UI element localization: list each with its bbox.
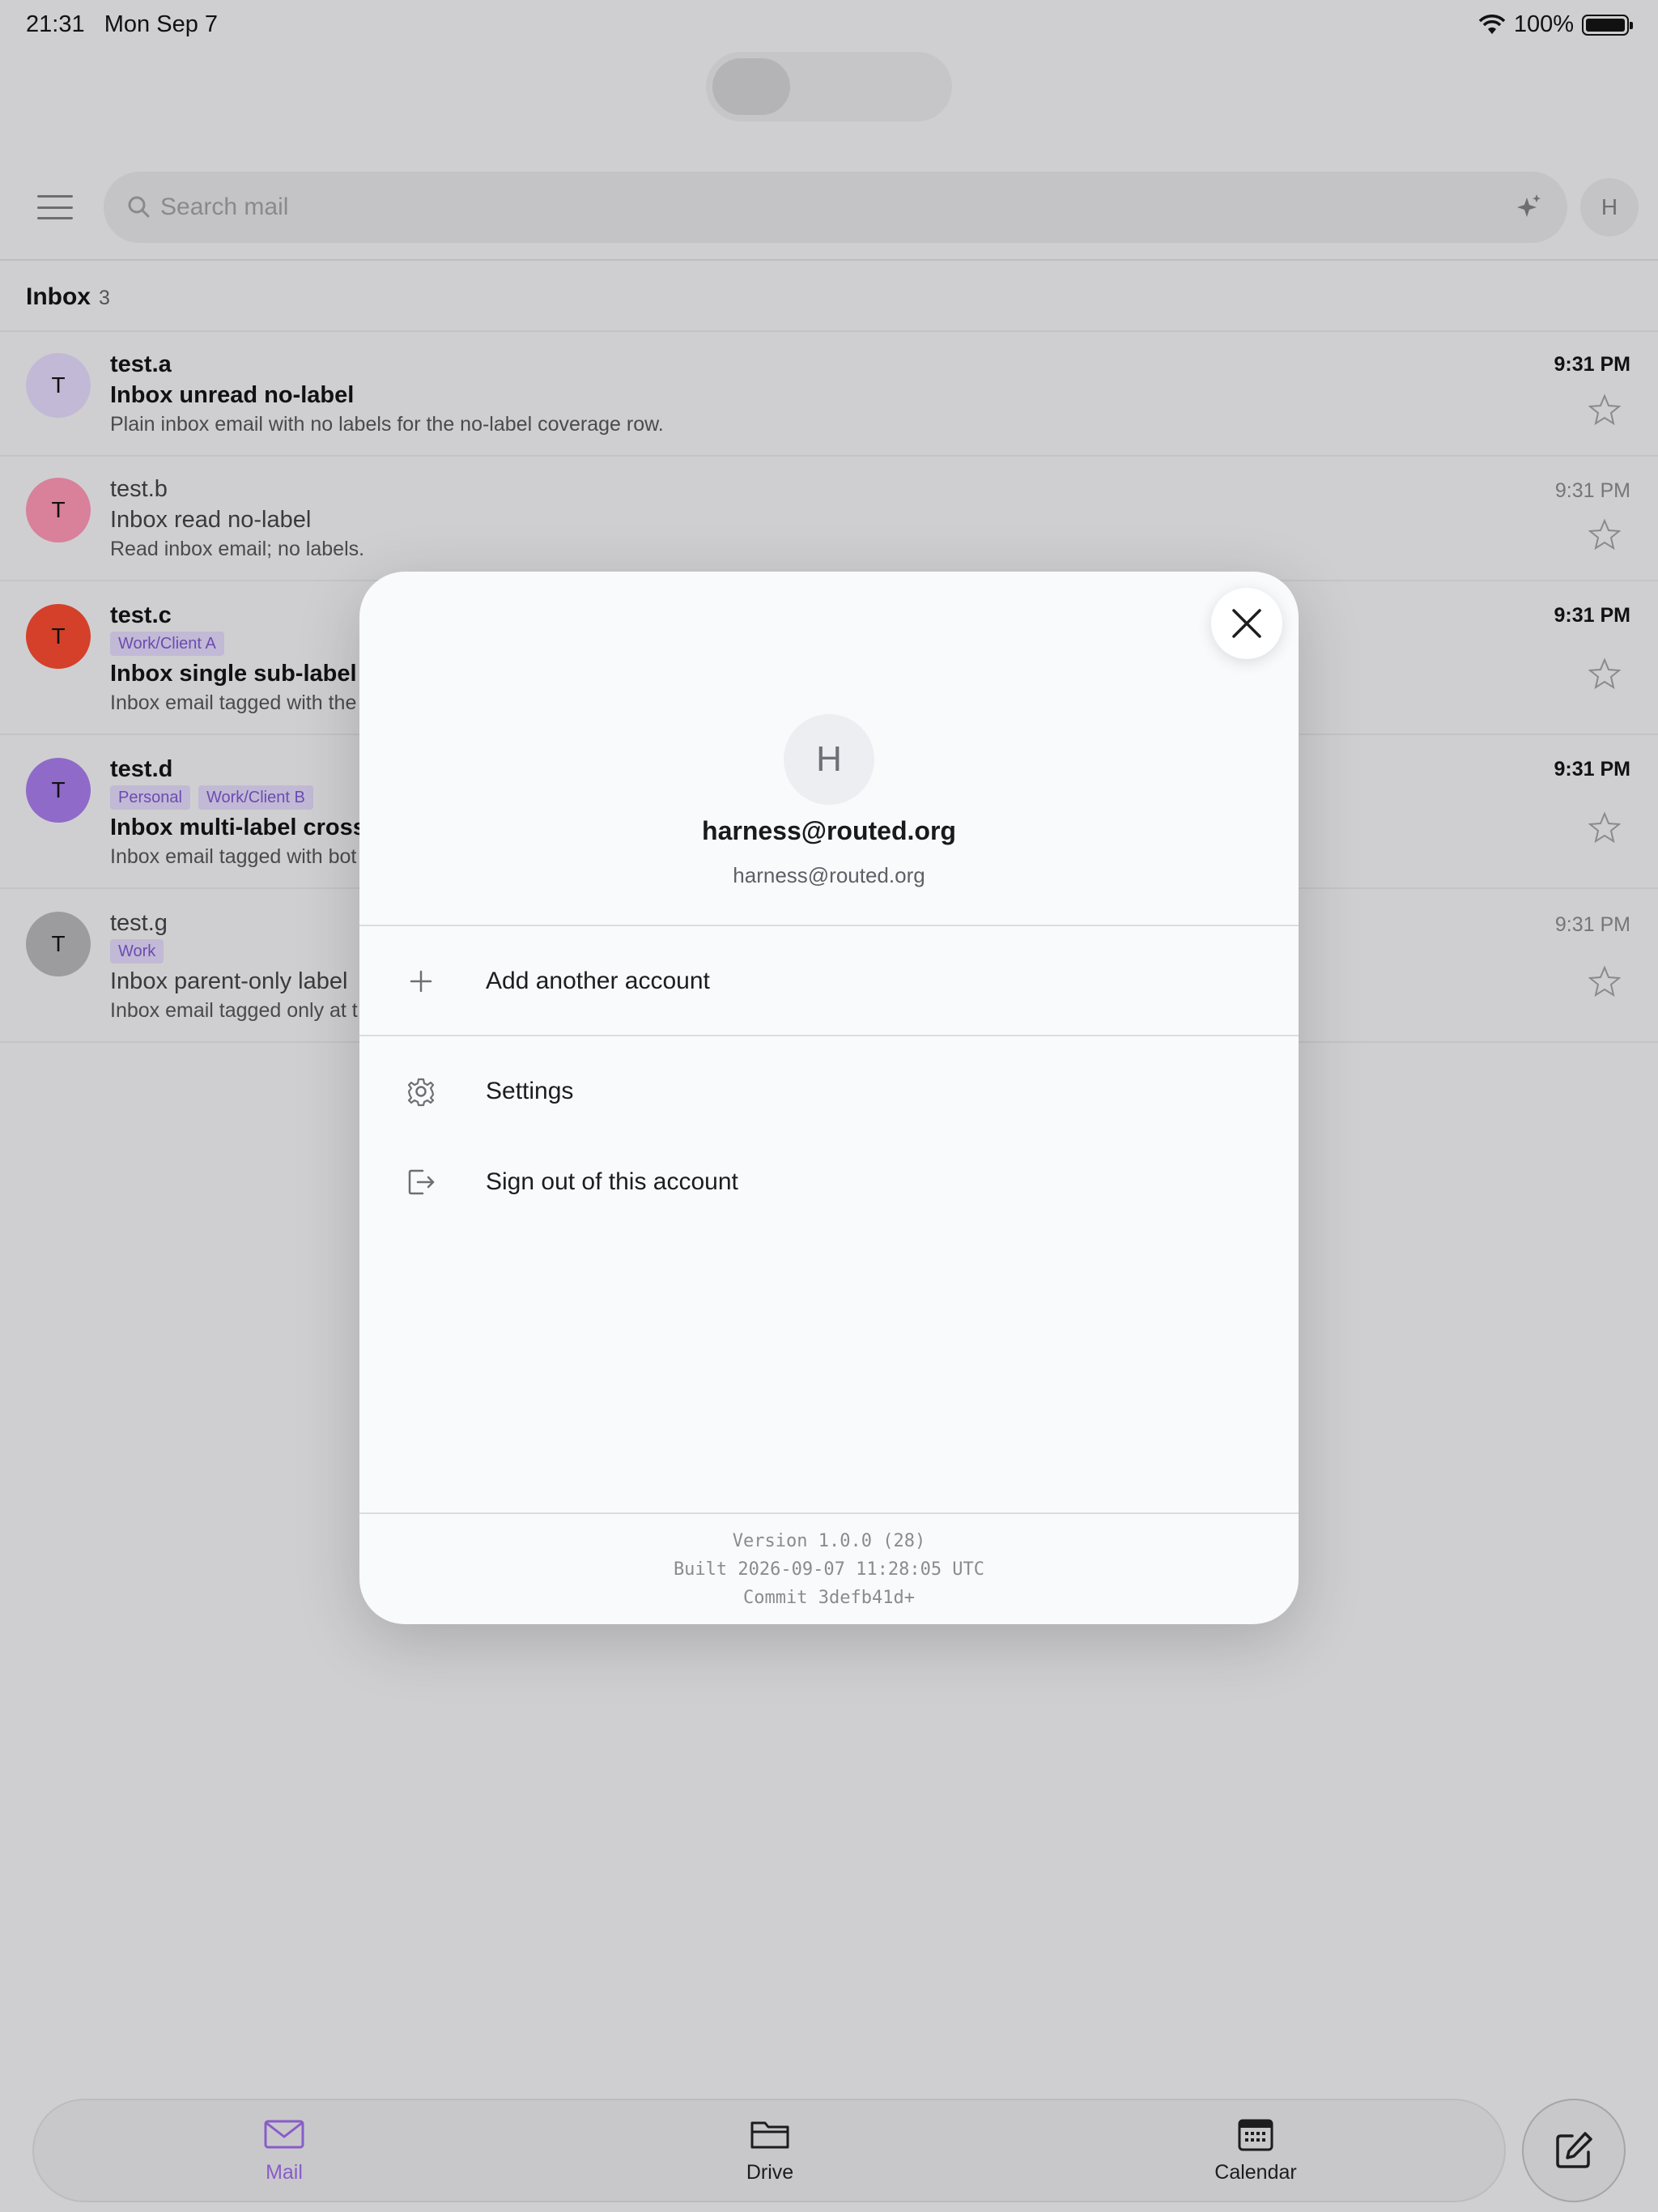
email-subject: Inbox multi-label cross [110, 815, 366, 840]
email-time: 9:31 PM [1554, 353, 1630, 376]
search-input[interactable] [160, 172, 1375, 243]
label-chips: Work [110, 939, 164, 963]
email-preview: Inbox email tagged with bot [110, 845, 357, 868]
version-text: Version 1.0.0 (28) [732, 1531, 926, 1551]
sender-avatar: T [26, 912, 91, 976]
sender-name: test.d [110, 756, 173, 782]
sender-name: test.a [110, 351, 172, 377]
label-chip: Work [110, 939, 164, 963]
email-time: 9:31 PM [1554, 479, 1630, 502]
add-account-button[interactable]: Add another account [359, 942, 1299, 1020]
sender-avatar: T [26, 604, 91, 669]
tab-label: Mail [266, 2161, 303, 2184]
bottom-tab-bar: Mail Drive Calendar [32, 2099, 1506, 2202]
account-email: harness@routed.org [733, 863, 925, 887]
email-preview: Inbox email tagged only at t [110, 999, 358, 1022]
multitasking-pill[interactable] [706, 52, 952, 121]
wifi-icon [1478, 14, 1506, 34]
account-avatar: H [784, 714, 874, 805]
sender-avatar: T [26, 478, 91, 542]
status-time: 21:31 Mon Sep 7 [26, 11, 219, 37]
status-right: 100% [1478, 11, 1633, 38]
battery-percent: 100% [1513, 11, 1574, 37]
sender-avatar: T [26, 353, 91, 418]
account-display-name: harness@routed.org [702, 816, 956, 845]
label-chips: Personal Work/Client B [110, 785, 313, 810]
menu-icon[interactable] [32, 188, 78, 227]
tab-drive[interactable]: Drive [689, 2116, 851, 2184]
email-time: 9:31 PM [1554, 758, 1630, 781]
label-chips: Work/Client A [110, 632, 224, 656]
email-preview: Read inbox email; no labels. [110, 538, 365, 560]
settings-button[interactable]: Settings [359, 1053, 1299, 1130]
tab-label: Drive [746, 2161, 794, 2184]
tab-mail[interactable]: Mail [203, 2116, 365, 2184]
search-bar[interactable] [104, 172, 1567, 243]
add-account-label: Add another account [486, 968, 710, 994]
sparkle-icon[interactable] [1512, 191, 1545, 223]
star-icon[interactable] [1588, 518, 1621, 551]
sign-out-icon [408, 1169, 435, 1195]
mail-icon [264, 2120, 304, 2149]
battery-icon [1582, 14, 1633, 36]
gear-icon [407, 1078, 435, 1107]
email-subject: Inbox read no-label [110, 507, 312, 533]
email-subject: Inbox single sub-label [110, 661, 357, 687]
tab-calendar[interactable]: Calendar [1175, 2116, 1337, 2184]
version-info: Version 1.0.0 (28) Built 2026-09-07 11:2… [359, 1527, 1299, 1612]
email-preview: Inbox email tagged with the [110, 691, 357, 714]
star-icon[interactable] [1588, 393, 1621, 426]
star-icon[interactable] [1588, 657, 1621, 690]
status-bar: 21:31 Mon Sep 7 100% [0, 0, 1658, 52]
sender-avatar: T [26, 758, 91, 823]
email-subject: Inbox parent-only label [110, 968, 348, 994]
close-button[interactable] [1211, 588, 1282, 659]
sender-name: test.c [110, 602, 172, 628]
commit-text: Commit 3defb41d+ [743, 1588, 915, 1608]
sender-name: test.b [110, 476, 168, 502]
build-text: Built 2026-09-07 11:28:05 UTC [673, 1559, 985, 1580]
inbox-title: Inbox [26, 283, 91, 310]
search-icon [128, 196, 150, 218]
sign-out-label: Sign out of this account [486, 1168, 738, 1195]
modal-divider [359, 1035, 1299, 1036]
email-time: 9:31 PM [1554, 913, 1630, 936]
close-icon [1232, 609, 1261, 638]
compose-button[interactable] [1522, 2099, 1626, 2202]
label-chip: Work/Client A [110, 632, 224, 656]
email-subject: Inbox unread no-label [110, 382, 355, 408]
calendar-icon [1238, 2119, 1273, 2151]
modal-divider [359, 925, 1299, 926]
header-divider [0, 259, 1658, 261]
inbox-count: 3 [99, 287, 110, 309]
star-icon[interactable] [1588, 811, 1621, 844]
email-row[interactable]: T test.b Inbox read no-label Read inbox … [0, 457, 1658, 581]
tab-label: Calendar [1214, 2161, 1297, 2184]
settings-label: Settings [486, 1078, 574, 1104]
email-row[interactable]: T test.a Inbox unread no-label Plain inb… [0, 332, 1658, 457]
plus-icon [410, 970, 432, 993]
email-preview: Plain inbox email with no labels for the… [110, 413, 664, 436]
sender-name: test.g [110, 910, 168, 936]
account-avatar-button[interactable]: H [1580, 178, 1639, 236]
modal-divider [359, 1512, 1299, 1514]
sign-out-button[interactable]: Sign out of this account [359, 1143, 1299, 1221]
account-modal: H harness@routed.org harness@routed.org … [359, 572, 1299, 1624]
email-time: 9:31 PM [1554, 604, 1630, 627]
folder-icon [750, 2121, 789, 2149]
label-chip: Personal [110, 785, 190, 810]
star-icon[interactable] [1588, 965, 1621, 998]
label-chip: Work/Client B [198, 785, 313, 810]
compose-icon [1556, 2132, 1592, 2168]
